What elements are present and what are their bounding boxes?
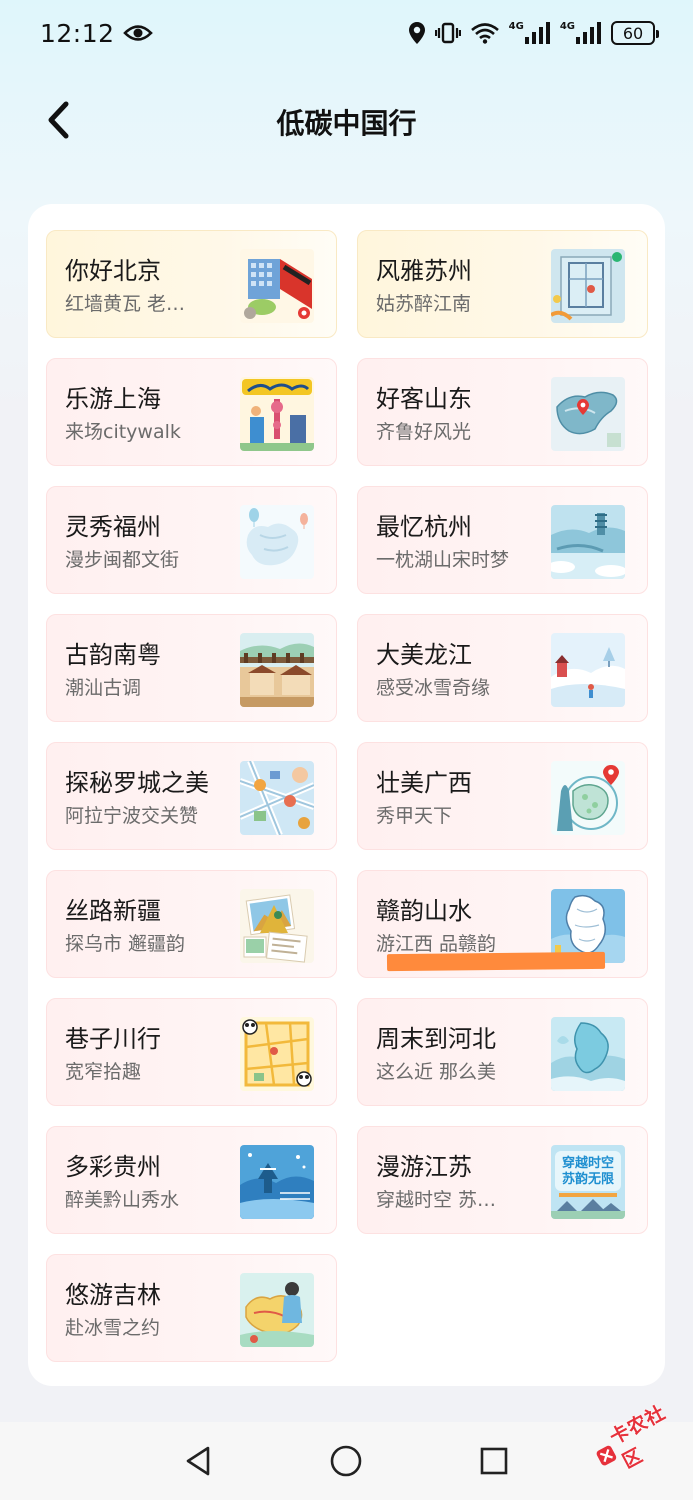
triangle-back-icon (186, 1446, 210, 1476)
card-title: 好客山东 (376, 385, 472, 413)
destination-card-nanyue[interactable]: 古韵南粤 潮汕古调 (46, 614, 337, 722)
card-subtitle: 齐鲁好风光 (376, 421, 472, 443)
page-title: 低碳中国行 (276, 107, 417, 140)
card-subtitle: 姑苏醉江南 (376, 293, 472, 315)
jiangsu-thumb-line-2: 苏韵无限 (562, 1171, 615, 1187)
location-icon (408, 21, 426, 45)
card-subtitle: 感受冰雪奇缘 (376, 677, 491, 699)
card-title: 大美龙江 (376, 641, 472, 669)
destination-card-suzhou[interactable]: 风雅苏州 姑苏醉江南 (357, 230, 648, 338)
destination-card-xinjiang[interactable]: 丝路新疆 探乌市 邂疆韵 (46, 870, 337, 978)
signal-icon-1: 4G (509, 21, 551, 44)
heilongjiang-snow-thumbnail (551, 633, 625, 707)
eye-icon (115, 23, 153, 43)
card-subtitle: 游江西 品赣韵 (376, 933, 497, 955)
shandong-map-thumbnail (551, 377, 625, 451)
card-subtitle: 醉美黔山秀水 (65, 1189, 180, 1211)
highlight-annotation (386, 951, 606, 972)
suzhou-map-thumbnail (551, 249, 625, 323)
destination-card-shanghai[interactable]: 乐游上海 来场citywalk (46, 358, 337, 466)
destination-card-fuzhou[interactable]: 灵秀福州 漫步闽都文街 (46, 486, 337, 594)
header: 低碳中国行 (0, 86, 693, 156)
destination-card-shandong[interactable]: 好客山东 齐鲁好风光 (357, 358, 648, 466)
card-title: 多彩贵州 (65, 1153, 161, 1181)
destination-panel: 你好北京 红墙黄瓦 老… 风雅苏州 姑苏醉江南 乐游上海 来场citywalk … (28, 204, 665, 1386)
destination-card-jilin[interactable]: 悠游吉林 赴冰雪之约 (46, 1254, 337, 1362)
card-subtitle: 探乌市 邂疆韵 (65, 933, 186, 955)
destination-card-guizhou[interactable]: 多彩贵州 醉美黔山秀水 (46, 1126, 337, 1234)
xinjiang-postcard-thumbnail (240, 889, 314, 963)
card-title: 你好北京 (65, 257, 161, 285)
destination-card-guangxi[interactable]: 壮美广西 秀甲天下 (357, 742, 648, 850)
chaoshan-town-thumbnail (240, 633, 314, 707)
destination-card-hebei[interactable]: 周末到河北 这么近 那么美 (357, 998, 648, 1106)
card-subtitle: 秀甲天下 (376, 805, 453, 827)
sichuan-map-thumbnail (240, 1017, 314, 1091)
destination-card-beijing[interactable]: 你好北京 红墙黄瓦 老… (46, 230, 337, 338)
card-subtitle: 红墙黄瓦 老… (65, 293, 186, 315)
card-title: 周末到河北 (376, 1025, 496, 1053)
destination-card-jiangsu[interactable]: 漫游江苏 穿越时空 苏… 穿越时空 苏韵无限 (357, 1126, 648, 1234)
battery-level: 60 (622, 23, 644, 43)
guangxi-map-thumbnail (551, 761, 625, 835)
jiangsu-poster-thumbnail: 穿越时空 苏韵无限 (551, 1145, 625, 1219)
wifi-icon (470, 22, 500, 44)
status-bar: 12:12 4G 4G 60 (0, 0, 693, 66)
card-subtitle: 来场citywalk (65, 421, 181, 443)
nav-back-button[interactable] (181, 1444, 215, 1478)
fuzhou-map-thumbnail (240, 505, 314, 579)
destination-card-longjiang[interactable]: 大美龙江 感受冰雪奇缘 (357, 614, 648, 722)
card-subtitle: 一枕湖山宋时梦 (376, 549, 510, 571)
nav-recents-button[interactable] (477, 1444, 511, 1478)
card-title: 乐游上海 (65, 385, 161, 413)
hebei-map-thumbnail (551, 1017, 625, 1091)
destination-grid: 你好北京 红墙黄瓦 老… 风雅苏州 姑苏醉江南 乐游上海 来场citywalk … (46, 230, 648, 1362)
card-title: 巷子川行 (65, 1025, 161, 1053)
ningbo-map-thumbnail (240, 761, 314, 835)
card-subtitle: 潮汕古调 (65, 677, 142, 699)
jiangsu-thumb-line-1: 穿越时空 (562, 1155, 614, 1171)
card-title: 悠游吉林 (65, 1281, 161, 1309)
card-title: 漫游江苏 (376, 1153, 472, 1181)
destination-card-ningbo[interactable]: 探秘罗城之美 阿拉宁波交关赞 (46, 742, 337, 850)
card-title: 赣韵山水 (376, 897, 472, 925)
card-title: 探秘罗城之美 (65, 769, 209, 797)
card-title: 最忆杭州 (376, 513, 472, 541)
card-subtitle: 这么近 那么美 (376, 1061, 497, 1083)
destination-card-hangzhou[interactable]: 最忆杭州 一枕湖山宋时梦 (357, 486, 648, 594)
vibrate-icon (434, 22, 461, 44)
card-subtitle: 赴冰雪之约 (65, 1317, 161, 1339)
status-time: 12:12 (40, 18, 115, 48)
status-icons: 4G 4G 60 (408, 21, 659, 45)
card-title: 壮美广西 (376, 769, 472, 797)
card-title: 丝路新疆 (65, 897, 161, 925)
card-title: 古韵南粤 (65, 641, 161, 669)
jilin-map-thumbnail (240, 1273, 314, 1347)
hangzhou-landscape-thumbnail (551, 505, 625, 579)
battery-icon: 60 (611, 21, 659, 45)
guizhou-scenery-thumbnail (240, 1145, 314, 1219)
card-title: 风雅苏州 (376, 257, 472, 285)
signal-icon-2: 4G (560, 21, 602, 44)
card-subtitle: 漫步闽都文街 (65, 549, 180, 571)
square-recents-icon (480, 1447, 508, 1475)
card-subtitle: 穿越时空 苏… (376, 1189, 497, 1211)
shanghai-citywalk-thumbnail (240, 377, 314, 451)
nav-home-button[interactable] (329, 1444, 363, 1478)
card-subtitle: 阿拉宁波交关赞 (65, 805, 199, 827)
destination-card-sichuan[interactable]: 巷子川行 宽窄拾趣 (46, 998, 337, 1106)
card-subtitle: 宽窄拾趣 (65, 1061, 142, 1083)
circle-home-icon (330, 1445, 362, 1477)
card-title: 灵秀福州 (65, 513, 161, 541)
beijing-building-thumbnail (240, 249, 314, 323)
